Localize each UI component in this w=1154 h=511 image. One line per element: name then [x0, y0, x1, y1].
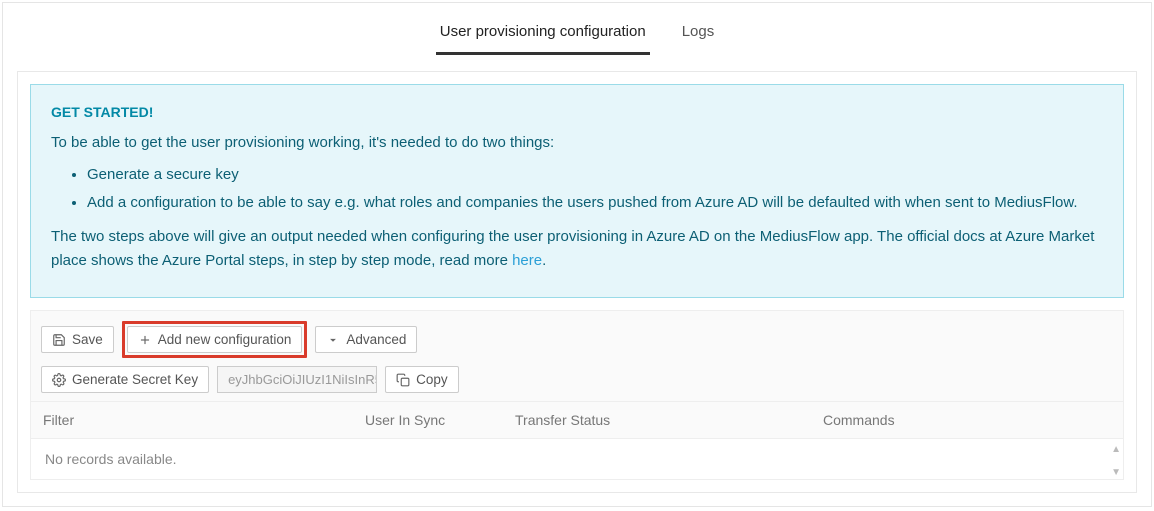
table-header-row: Filter User In Sync Transfer Status Comm… — [31, 402, 1123, 439]
th-filter[interactable]: Filter — [31, 402, 353, 438]
add-config-label: Add new configuration — [158, 332, 292, 347]
scroll-down-icon[interactable]: ▼ — [1111, 467, 1121, 478]
save-icon — [52, 333, 66, 347]
scroll-up-icon[interactable]: ▲ — [1111, 444, 1121, 455]
th-transfer-status[interactable]: Transfer Status — [503, 402, 811, 438]
toolbar-row-1: Save Add new configuration Advanced — [41, 321, 1113, 358]
save-button[interactable]: Save — [41, 326, 114, 353]
toolbar-row-2: Generate Secret Key eyJhbGciOiJIUzI1NiIs… — [41, 366, 1113, 393]
th-user-in-sync[interactable]: User In Sync — [353, 402, 503, 438]
table-empty-message: No records available. — [31, 439, 1123, 479]
config-table: Filter User In Sync Transfer Status Comm… — [30, 401, 1124, 480]
chevron-down-icon — [326, 333, 340, 347]
add-config-highlight: Add new configuration — [122, 321, 308, 358]
get-started-banner: GET STARTED! To be able to get the user … — [30, 84, 1124, 298]
save-label: Save — [72, 332, 103, 347]
tab-logs[interactable]: Logs — [678, 17, 719, 55]
copy-icon — [396, 373, 410, 387]
banner-step-2: Add a configuration to be able to say e.… — [87, 191, 1103, 215]
page-container: User provisioning configuration Logs GET… — [2, 2, 1152, 507]
read-more-link[interactable]: here — [512, 252, 542, 269]
add-new-configuration-button[interactable]: Add new configuration — [127, 326, 303, 353]
tab-user-provisioning[interactable]: User provisioning configuration — [436, 17, 650, 55]
copy-label: Copy — [416, 372, 448, 387]
banner-outro: The two steps above will give an output … — [51, 225, 1103, 273]
generate-secret-key-button[interactable]: Generate Secret Key — [41, 366, 209, 393]
tab-bar: User provisioning configuration Logs — [3, 3, 1151, 55]
banner-step-1: Generate a secure key — [87, 163, 1103, 187]
gear-icon — [52, 373, 66, 387]
secret-key-field[interactable]: eyJhbGciOiJIUzI1NiIsInR5 — [217, 366, 377, 393]
toolbar: Save Add new configuration Advanced Gene… — [30, 310, 1124, 401]
main-panel: GET STARTED! To be able to get the user … — [17, 71, 1137, 493]
advanced-label: Advanced — [346, 332, 406, 347]
th-commands[interactable]: Commands — [811, 402, 1123, 438]
advanced-button[interactable]: Advanced — [315, 326, 417, 353]
banner-steps-list: Generate a secure key Add a configuratio… — [87, 163, 1103, 215]
banner-intro: To be able to get the user provisioning … — [51, 131, 1103, 155]
vertical-scrollbar[interactable]: ▲ ▼ — [1111, 444, 1121, 478]
banner-heading: GET STARTED! — [51, 101, 1103, 123]
plus-icon — [138, 333, 152, 347]
gen-secret-label: Generate Secret Key — [72, 372, 198, 387]
copy-button[interactable]: Copy — [385, 366, 459, 393]
